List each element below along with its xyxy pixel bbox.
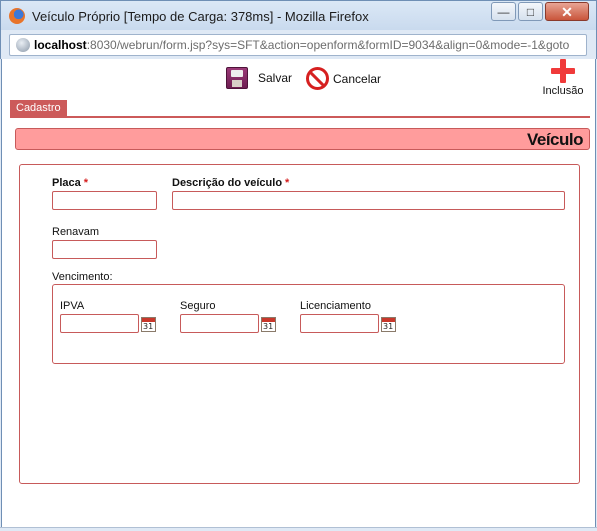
plus-icon	[551, 59, 575, 83]
renavam-label: Renavam	[52, 226, 100, 238]
vencimento-fieldset: IPVA 31 Seguro 31 Licenciamento 31	[52, 284, 565, 364]
cancel-label: Cancelar	[333, 71, 382, 86]
vencimento-label: Vencimento:	[52, 271, 113, 283]
renavam-input[interactable]	[52, 240, 157, 259]
calendar-day: 31	[383, 322, 394, 331]
save-label: Salvar	[258, 71, 293, 85]
url-host: localhost	[34, 38, 87, 52]
url-text: localhost:8030/webrun/form.jsp?sys=SFT&a…	[34, 38, 569, 52]
add-record-button[interactable]: Inclusão	[539, 59, 587, 99]
calendar-icon[interactable]: 31	[261, 317, 276, 332]
stop-icon	[306, 67, 329, 90]
add-label: Inclusão	[542, 85, 584, 97]
floppy-disk-icon	[226, 67, 248, 89]
window-title: Veículo Próprio [Tempo de Carga: 378ms] …	[32, 9, 369, 24]
required-marker: *	[83, 177, 89, 189]
calendar-icon[interactable]: 31	[141, 317, 156, 332]
form-header-band: Veículo	[15, 128, 590, 150]
window-controls: — □ ✕	[489, 2, 589, 21]
form-card: Placa * Descrição do veículo * Renavam Ven…	[19, 164, 580, 484]
calendar-day: 31	[143, 322, 154, 331]
seguro-label: Seguro	[180, 300, 216, 312]
calendar-day: 31	[263, 322, 274, 331]
page-content: Salvar Cancelar Inclusão Cadastro Veícul…	[1, 59, 596, 528]
placa-input[interactable]	[52, 191, 157, 210]
licenciamento-date-input[interactable]	[300, 314, 379, 333]
page-title: Veículo	[526, 130, 584, 149]
firefox-icon	[9, 8, 25, 24]
cancel-button[interactable]: Cancelar	[306, 67, 381, 90]
licenciamento-label: Licenciamento	[300, 300, 371, 312]
maximize-button[interactable]: □	[518, 2, 543, 21]
url-field[interactable]: localhost:8030/webrun/form.jsp?sys=SFT&a…	[9, 34, 587, 56]
descricao-label: Descrição do veículo *	[172, 177, 289, 189]
window-bottom-frame	[0, 527, 597, 531]
save-button[interactable]: Salvar	[226, 67, 292, 89]
required-marker: *	[285, 177, 290, 189]
window-titlebar: Veículo Próprio [Tempo de Carga: 378ms] …	[0, 0, 597, 30]
placa-label: Placa *	[52, 177, 88, 189]
ipva-label: IPVA	[60, 300, 85, 312]
calendar-icon[interactable]: 31	[381, 317, 396, 332]
globe-icon	[16, 38, 30, 52]
descricao-input[interactable]	[172, 191, 565, 210]
placa-label-text: Placa	[52, 177, 81, 189]
seguro-date-input[interactable]	[180, 314, 259, 333]
close-button[interactable]: ✕	[545, 2, 589, 21]
url-path: :8030/webrun/form.jsp?sys=SFT&action=ope…	[86, 38, 570, 52]
minimize-button[interactable]: —	[491, 2, 516, 21]
tab-underline	[10, 116, 590, 118]
ipva-date-input[interactable]	[60, 314, 139, 333]
address-bar: localhost:8030/webrun/form.jsp?sys=SFT&a…	[0, 30, 597, 59]
tab-cadastro[interactable]: Cadastro	[10, 100, 67, 117]
descricao-label-text: Descrição do veículo	[172, 177, 283, 189]
